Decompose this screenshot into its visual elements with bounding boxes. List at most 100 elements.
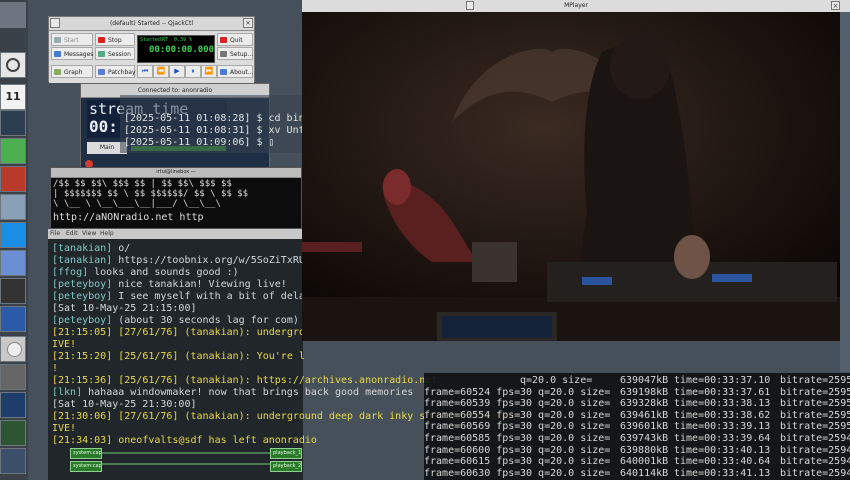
- chat-line: [21:15:36] [25/61/76] (tanakian): https:…: [52, 375, 437, 387]
- start-icon: [54, 37, 61, 43]
- ffmpeg-q: q=20.0 size=: [520, 375, 593, 386]
- calendar-icon[interactable]: 11: [0, 84, 26, 110]
- ffmpeg-q: 30 q=20.0 size=: [520, 386, 611, 398]
- minimize-button[interactable]: [50, 18, 60, 28]
- patchbay-icon: [98, 69, 105, 75]
- time-icon[interactable]: [0, 306, 26, 332]
- patchbay-connections: [102, 452, 270, 465]
- network-icon[interactable]: [0, 194, 26, 220]
- patchbay-node[interactable]: system:capture_1: [70, 448, 102, 459]
- weather-icon[interactable]: [0, 222, 26, 248]
- chart-icon[interactable]: [0, 250, 26, 276]
- ffmpeg-bitrate: bitrate=2595.5: [780, 386, 850, 398]
- ffmpeg-size: 639461kB: [620, 409, 669, 421]
- setup-button[interactable]: Setup...: [217, 47, 253, 60]
- mplayer-video[interactable]: [302, 12, 840, 341]
- chat-line: IVE!: [52, 339, 76, 351]
- chat-line: [peteyboy] nice tanakian! Viewing live!: [52, 279, 287, 291]
- chat-nick: [peteyboy]: [52, 315, 113, 326]
- dock-app-icon[interactable]: [0, 2, 26, 28]
- chat-nick: IVE!: [52, 339, 77, 350]
- forward-button[interactable]: ⏩: [201, 65, 217, 78]
- chat-line: [tanakian] https://toobnix.org/w/5SoZiTx…: [52, 255, 305, 267]
- ffmpeg-q: 30 q=20.0 size=: [520, 444, 611, 456]
- ffmpeg-size: 639198kB: [620, 386, 669, 398]
- minimize-button[interactable]: [466, 1, 474, 10]
- ffmpeg-output: q=20.0 size= 639047kB time=00:33:37.10 bitr…: [424, 373, 850, 480]
- desktop-edge: [840, 12, 850, 372]
- ffmpeg-frame: frame=60585 fps=: [424, 433, 521, 444]
- ffmpeg-frame: frame=60600 fps=: [424, 444, 521, 456]
- status-dsp: 0.39 %: [174, 37, 193, 43]
- shell-line: [2025-05-11 01:08:28] $ cd bin: [124, 113, 305, 124]
- system-icon[interactable]: [0, 364, 26, 390]
- disk-icon[interactable]: [0, 278, 26, 304]
- graph-icon: [54, 69, 61, 75]
- about-icon: [220, 69, 227, 75]
- ffmpeg-q: 30 q=20.0 size=: [520, 433, 611, 444]
- ffmpeg-size: 640001kB: [620, 456, 669, 468]
- patchbay-button[interactable]: Patchbay: [95, 65, 136, 78]
- status-time: 00:00:00.000: [149, 45, 215, 55]
- menu-file[interactable]: File: [50, 229, 60, 239]
- ascii-titlebar[interactable]: irtui@linebox —: [51, 168, 301, 178]
- ascii-line: /$$ $$ $$\ $$$ $$ | $$ $$\ $$$ $$: [53, 179, 232, 189]
- quit-button[interactable]: Quit: [217, 33, 253, 46]
- chat-line: [peteyboy] I see myself with a bit of de…: [52, 291, 305, 303]
- mplayer-title: MPlayer: [564, 2, 588, 9]
- backward-button[interactable]: ⏪: [153, 65, 169, 78]
- messages-button[interactable]: Messages: [51, 47, 93, 60]
- ffmpeg-frame: frame=60630 fps=: [424, 467, 521, 479]
- terminal-icon[interactable]: [0, 392, 26, 418]
- graph-button[interactable]: Graph: [51, 65, 93, 78]
- menu-help[interactable]: Help: [100, 229, 114, 239]
- ffmpeg-time: time=00:33:41.13: [674, 467, 771, 479]
- cpu-meter-icon[interactable]: [0, 138, 26, 164]
- monitor-icon[interactable]: [0, 110, 26, 136]
- video-frame: [302, 12, 840, 341]
- patchbay-node[interactable]: playback_2: [270, 461, 302, 472]
- quit-icon: [220, 37, 227, 43]
- ffmpeg-frame: frame=60554 fps=: [424, 409, 521, 421]
- moon-icon[interactable]: [0, 336, 26, 362]
- ffmpeg-bitrate: bitrate=2595.0: [780, 421, 850, 433]
- chat-line: [21:15:05] [27/61/76] (tanakian): underg…: [52, 327, 305, 339]
- menu-view[interactable]: View: [82, 229, 96, 239]
- menu-edit[interactable]: Edit: [66, 229, 78, 239]
- chat-nick: !: [52, 363, 59, 374]
- start-button[interactable]: Start: [51, 33, 93, 46]
- chat-nick: [21:15:36]: [52, 375, 113, 386]
- chat-message: (about 30 seconds lag for com): [112, 315, 299, 326]
- ffmpeg-time: time=00:33:39.64: [674, 433, 771, 444]
- close-button[interactable]: ×: [831, 1, 840, 10]
- graph-icon[interactable]: [0, 166, 26, 192]
- chat-nick: [21:15:05]: [52, 327, 113, 338]
- chat-nick: [lkn]: [52, 387, 83, 398]
- ffmpeg-time: time=00:33:40.13: [674, 444, 771, 456]
- qjackctl-title: (default) Started -- QjackCtl: [109, 20, 194, 27]
- ffmpeg-size: 639743kB: [620, 433, 669, 444]
- stop-button[interactable]: Stop: [95, 33, 135, 46]
- qjackctl-titlebar[interactable]: (default) Started -- QjackCtl ×: [49, 17, 254, 31]
- about-button[interactable]: About...: [217, 65, 253, 78]
- chat-nick: [Sat 10-May-25 21:15:00]: [52, 303, 197, 314]
- mixer-icon[interactable]: [0, 420, 26, 446]
- chat-line: [ffog] looks and sounds good :): [52, 267, 239, 279]
- status-rt: RT: [162, 37, 169, 43]
- pause-button[interactable]: ⏸: [185, 65, 201, 78]
- chat-message: [25/61/76] (tanakian): https://archives.…: [112, 375, 438, 386]
- patchbay-playback-group: playback_1 playback_2: [270, 448, 302, 472]
- ffmpeg-time: time=00:33:40.64: [674, 456, 771, 468]
- play-button[interactable]: ▶: [169, 65, 185, 78]
- audio-icon[interactable]: [0, 448, 26, 474]
- clock-icon[interactable]: [0, 52, 26, 78]
- ascii-line: | $$$$$$$ $$ \ $$ $$$$$$/ $$ \ $$ $$: [53, 189, 249, 199]
- session-button[interactable]: Session: [95, 47, 135, 60]
- ffmpeg-bitrate: bitrate=2594.8: [780, 456, 850, 468]
- rewind-button[interactable]: ⏮: [137, 65, 153, 78]
- patchbay-node[interactable]: system:capture_2: [70, 461, 102, 472]
- patchbay-node[interactable]: playback_1: [270, 448, 302, 459]
- windowmaker-dock: 11: [0, 0, 28, 480]
- close-button[interactable]: ×: [243, 18, 253, 28]
- ffmpeg-time: time=00:33:38.13: [674, 398, 771, 410]
